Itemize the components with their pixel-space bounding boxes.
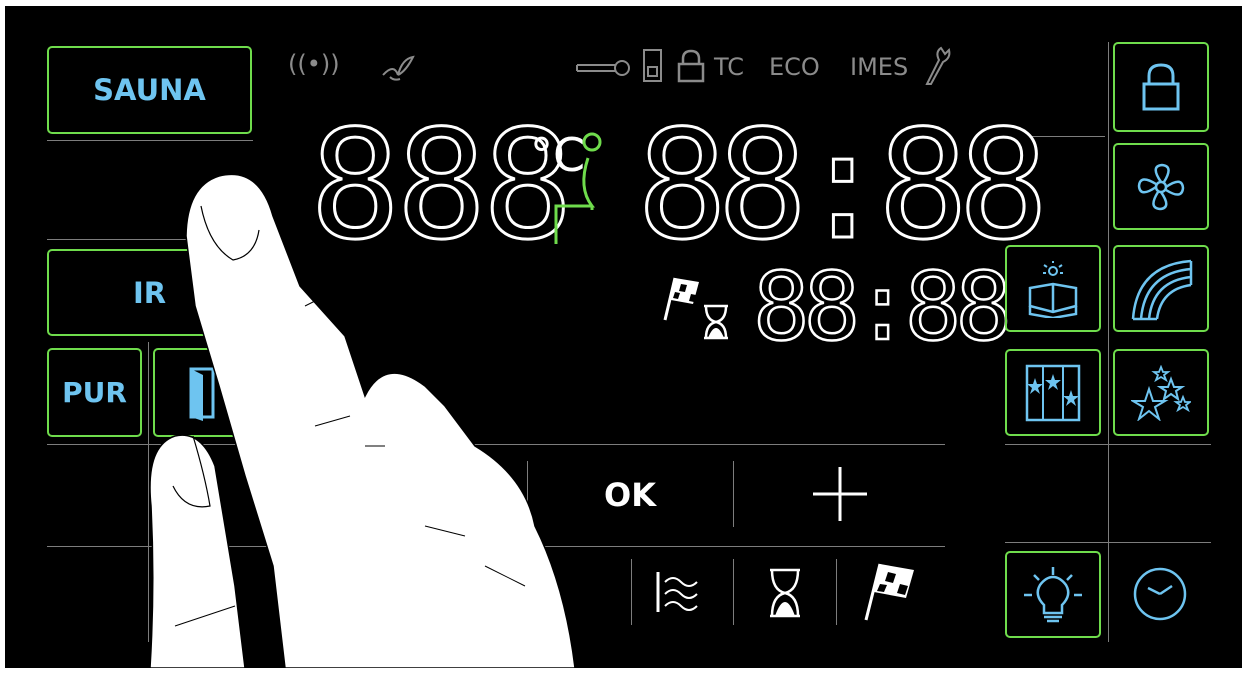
ir-button[interactable]: IR xyxy=(47,249,252,336)
ir-label: IR xyxy=(132,275,167,310)
divider xyxy=(1108,42,1109,642)
finish-flag-icon xyxy=(663,277,699,321)
wrench-icon xyxy=(925,46,951,85)
butterfly-icon xyxy=(382,55,415,81)
card-slot-icon xyxy=(643,49,662,82)
padlock-icon xyxy=(677,49,705,83)
hourglass-icon[interactable] xyxy=(768,568,802,618)
finish-flag-icon[interactable] xyxy=(860,560,916,622)
humidity-icon[interactable] xyxy=(655,570,699,614)
seat-person-icon xyxy=(554,132,602,244)
tc-indicator: TC xyxy=(714,53,745,81)
divider xyxy=(47,239,253,240)
divider xyxy=(733,461,734,527)
imes-indicator: IMES xyxy=(850,53,909,81)
rainbow-icon xyxy=(1131,259,1193,320)
door-icon xyxy=(189,367,215,421)
key-icon xyxy=(576,60,630,76)
fan-button[interactable] xyxy=(1113,143,1209,230)
timer-display: 88:88 xyxy=(752,253,1013,362)
divider xyxy=(47,444,945,445)
rainbow-button[interactable] xyxy=(1113,245,1209,332)
stars-icon xyxy=(1131,364,1191,421)
eco-indicator: ECO xyxy=(769,53,820,81)
stars-button[interactable] xyxy=(1113,349,1209,436)
clock-display: 88:88 xyxy=(636,99,1051,273)
ok-button[interactable]: OK xyxy=(604,476,656,514)
reading-light-icon xyxy=(1028,260,1078,318)
divider xyxy=(148,342,149,642)
control-panel-screen: SAUNA IR PUR ((•)) TC ECO IMES 888 °C 88… xyxy=(5,6,1242,668)
star-panel-icon xyxy=(1025,364,1081,421)
radio-signal-icon: ((•)) xyxy=(288,50,340,78)
divider xyxy=(1005,444,1211,445)
fan-icon xyxy=(1137,163,1185,210)
divider xyxy=(733,559,734,625)
sauna-button[interactable]: SAUNA xyxy=(47,46,252,134)
hourglass-icon xyxy=(704,304,728,340)
clock-icon[interactable] xyxy=(1132,566,1188,622)
divider xyxy=(1005,542,1211,543)
star-panel-button[interactable] xyxy=(1005,349,1101,436)
pur-button[interactable]: PUR xyxy=(47,348,142,437)
door-button[interactable] xyxy=(153,348,249,437)
divider xyxy=(527,461,528,527)
lock-icon xyxy=(1142,63,1180,111)
reading-light-button[interactable] xyxy=(1005,245,1101,332)
divider xyxy=(47,546,945,547)
light-bulb-icon xyxy=(1024,566,1082,622)
pur-label: PUR xyxy=(62,376,127,409)
divider xyxy=(631,559,632,625)
divider xyxy=(47,140,253,141)
divider xyxy=(836,559,837,625)
sauna-label: SAUNA xyxy=(93,73,206,107)
lock-button[interactable] xyxy=(1113,42,1209,132)
plus-icon[interactable] xyxy=(813,467,867,521)
light-button[interactable] xyxy=(1005,551,1101,638)
